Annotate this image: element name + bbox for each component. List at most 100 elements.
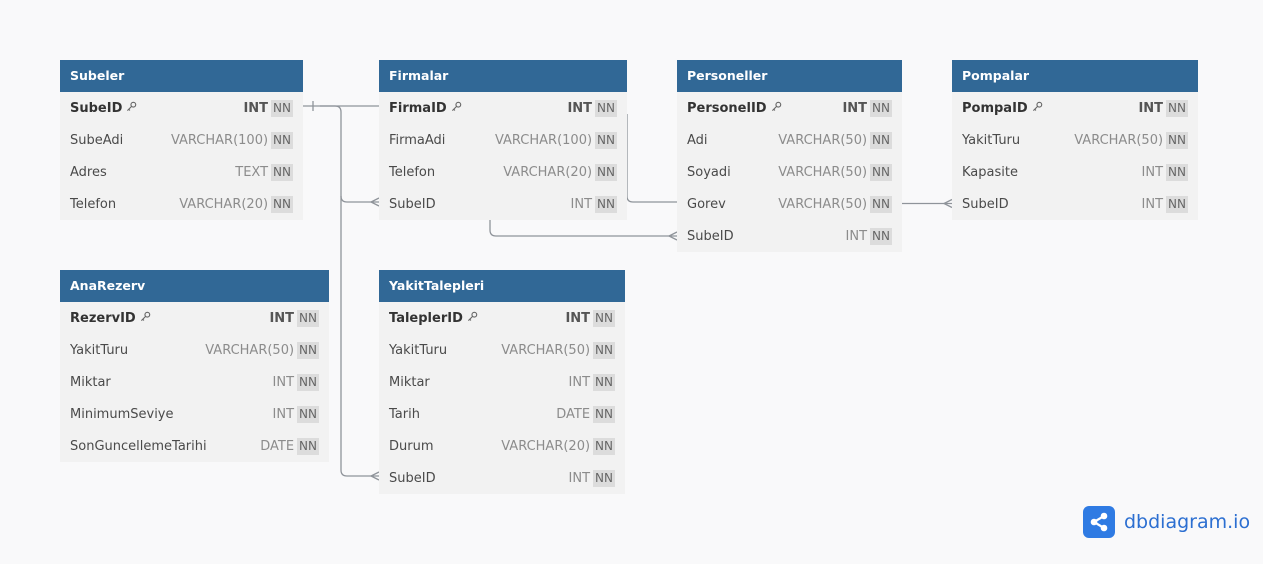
table-field-row[interactable]: FirmaID INT NN xyxy=(379,92,627,124)
table-field-row[interactable]: MinimumSeviye INT NN xyxy=(60,398,329,430)
dbdiagram-brand[interactable]: dbdiagram.io xyxy=(1083,506,1250,538)
not-null-badge: NN xyxy=(870,131,892,149)
table-field-row[interactable]: YakitTuru VARCHAR(50) NN xyxy=(379,334,625,366)
table-field-row[interactable]: Telefon VARCHAR(20) NN xyxy=(60,188,303,220)
not-null-badge: NN xyxy=(297,341,319,359)
field-name-cell: SubeID xyxy=(962,197,1142,212)
field-type: VARCHAR(20) xyxy=(503,164,593,180)
not-null-badge: NN xyxy=(593,309,615,327)
field-name: Miktar xyxy=(70,374,111,390)
table-field-row[interactable]: Miktar INT NN xyxy=(379,366,625,398)
field-type: DATE xyxy=(260,438,295,454)
table-yakittalepleri[interactable]: YakitTalepleri TaleplerID INT NN YakitTuru VA… xyxy=(379,270,625,494)
table-field-row[interactable]: FirmaAdi VARCHAR(100) NN xyxy=(379,124,627,156)
field-name-cell: YakitTuru xyxy=(389,343,501,358)
field-name: SubeID xyxy=(389,196,436,212)
field-name: FirmaID xyxy=(389,100,447,116)
not-null-badge: NN xyxy=(593,437,615,455)
field-name: Kapasite xyxy=(962,164,1018,180)
field-name-cell: PompaID xyxy=(962,101,1138,116)
table-field-row[interactable]: Kapasite INT NN xyxy=(952,156,1198,188)
field-name-cell: SubeID xyxy=(70,101,243,116)
table-firmalar[interactable]: Firmalar FirmaID INT NN FirmaAdi VARCHAR(100)… xyxy=(379,60,627,220)
table-field-row[interactable]: Tarih DATE NN xyxy=(379,398,625,430)
table-field-row[interactable]: Miktar INT NN xyxy=(60,366,329,398)
table-field-row[interactable]: Durum VARCHAR(20) NN xyxy=(379,430,625,462)
field-type: VARCHAR(50) xyxy=(501,342,591,358)
field-type: INT xyxy=(567,100,593,116)
table-title[interactable]: YakitTalepleri xyxy=(379,270,625,302)
table-field-row[interactable]: SonGuncellemeTarihi DATE NN xyxy=(60,430,329,462)
not-null-badge: NN xyxy=(593,373,615,391)
table-field-row[interactable]: Soyadi VARCHAR(50) NN xyxy=(677,156,902,188)
field-name: MinimumSeviye xyxy=(70,406,174,422)
table-field-row[interactable]: Gorev VARCHAR(50) NN xyxy=(677,188,902,220)
not-null-badge: NN xyxy=(297,309,319,327)
table-pompalar[interactable]: Pompalar PompaID INT NN YakitTuru VARCHAR(50)… xyxy=(952,60,1198,220)
field-type: INT xyxy=(1141,164,1164,180)
table-field-row[interactable]: PersonelID INT NN xyxy=(677,92,902,124)
field-type: VARCHAR(20) xyxy=(179,196,269,212)
field-name: Durum xyxy=(389,438,434,454)
table-field-row[interactable]: Adres TEXT NN xyxy=(60,156,303,188)
not-null-badge: NN xyxy=(870,195,892,213)
field-name-cell: RezervID xyxy=(70,311,269,326)
field-name-cell: Telefon xyxy=(389,165,503,180)
not-null-badge: NN xyxy=(297,405,319,423)
field-name-cell: Miktar xyxy=(389,375,569,390)
table-field-row[interactable]: SubeID INT NN xyxy=(677,220,902,252)
table-field-row[interactable]: TaleplerID INT NN xyxy=(379,302,625,334)
field-name: PersonelID xyxy=(687,100,767,116)
table-field-row[interactable]: Telefon VARCHAR(20) NN xyxy=(379,156,627,188)
not-null-badge: NN xyxy=(1166,163,1188,181)
not-null-badge: NN xyxy=(593,341,615,359)
table-field-row[interactable]: PompaID INT NN xyxy=(952,92,1198,124)
field-type: INT xyxy=(568,470,591,486)
field-name: SonGuncellemeTarihi xyxy=(70,438,207,454)
field-name-cell: Gorev xyxy=(687,197,778,212)
not-null-badge: NN xyxy=(595,163,617,181)
key-icon xyxy=(451,101,462,116)
field-name-cell: SubeID xyxy=(389,471,569,486)
table-personeller[interactable]: Personeller PersonelID INT NN Adi VARCHAR(50)… xyxy=(677,60,902,252)
table-field-row[interactable]: SubeAdi VARCHAR(100) NN xyxy=(60,124,303,156)
field-type: DATE xyxy=(556,406,591,422)
table-field-row[interactable]: SubeID INT NN xyxy=(379,188,627,220)
table-field-row[interactable]: RezervID INT NN xyxy=(60,302,329,334)
field-type: INT xyxy=(842,100,868,116)
field-name: Adres xyxy=(70,164,107,180)
field-type: VARCHAR(50) xyxy=(778,196,868,212)
table-subeler[interactable]: Subeler SubeID INT NN SubeAdi VARCHAR(100) NN A… xyxy=(60,60,303,220)
table-title[interactable]: Subeler xyxy=(60,60,303,92)
table-field-row[interactable]: SubeID INT NN xyxy=(952,188,1198,220)
field-name-cell: SubeID xyxy=(389,197,571,212)
table-field-row[interactable]: SubeID INT NN xyxy=(60,92,303,124)
link-spine-firmalar-subeid xyxy=(340,195,379,203)
table-field-row[interactable]: SubeID INT NN xyxy=(379,462,625,494)
table-field-row[interactable]: YakitTuru VARCHAR(50) NN xyxy=(60,334,329,366)
field-name: Adi xyxy=(687,132,708,148)
field-name-cell: Miktar xyxy=(70,375,273,390)
not-null-badge: NN xyxy=(870,163,892,181)
table-title[interactable]: Firmalar xyxy=(379,60,627,92)
not-null-badge: NN xyxy=(595,99,617,117)
table-field-row[interactable]: Adi VARCHAR(50) NN xyxy=(677,124,902,156)
field-name-cell: SubeAdi xyxy=(70,133,171,148)
table-title[interactable]: Personeller xyxy=(677,60,902,92)
field-type: INT xyxy=(1141,196,1164,212)
field-name-cell: Adi xyxy=(687,133,778,148)
field-name: PompaID xyxy=(962,100,1028,116)
table-anarezerv[interactable]: AnaRezerv RezervID INT NN YakitTuru VARCHAR(5… xyxy=(60,270,329,462)
not-null-badge: NN xyxy=(870,227,892,245)
field-name: Miktar xyxy=(389,374,430,390)
field-type: VARCHAR(50) xyxy=(1074,132,1164,148)
table-title[interactable]: AnaRezerv xyxy=(60,270,329,302)
not-null-badge: NN xyxy=(595,195,617,213)
field-name-cell: YakitTuru xyxy=(70,343,205,358)
field-name-cell: SubeID xyxy=(687,229,846,244)
table-title[interactable]: Pompalar xyxy=(952,60,1198,92)
not-null-badge: NN xyxy=(271,163,293,181)
field-name-cell: FirmaID xyxy=(389,101,567,116)
table-field-row[interactable]: YakitTuru VARCHAR(50) NN xyxy=(952,124,1198,156)
field-type: INT xyxy=(570,196,593,212)
